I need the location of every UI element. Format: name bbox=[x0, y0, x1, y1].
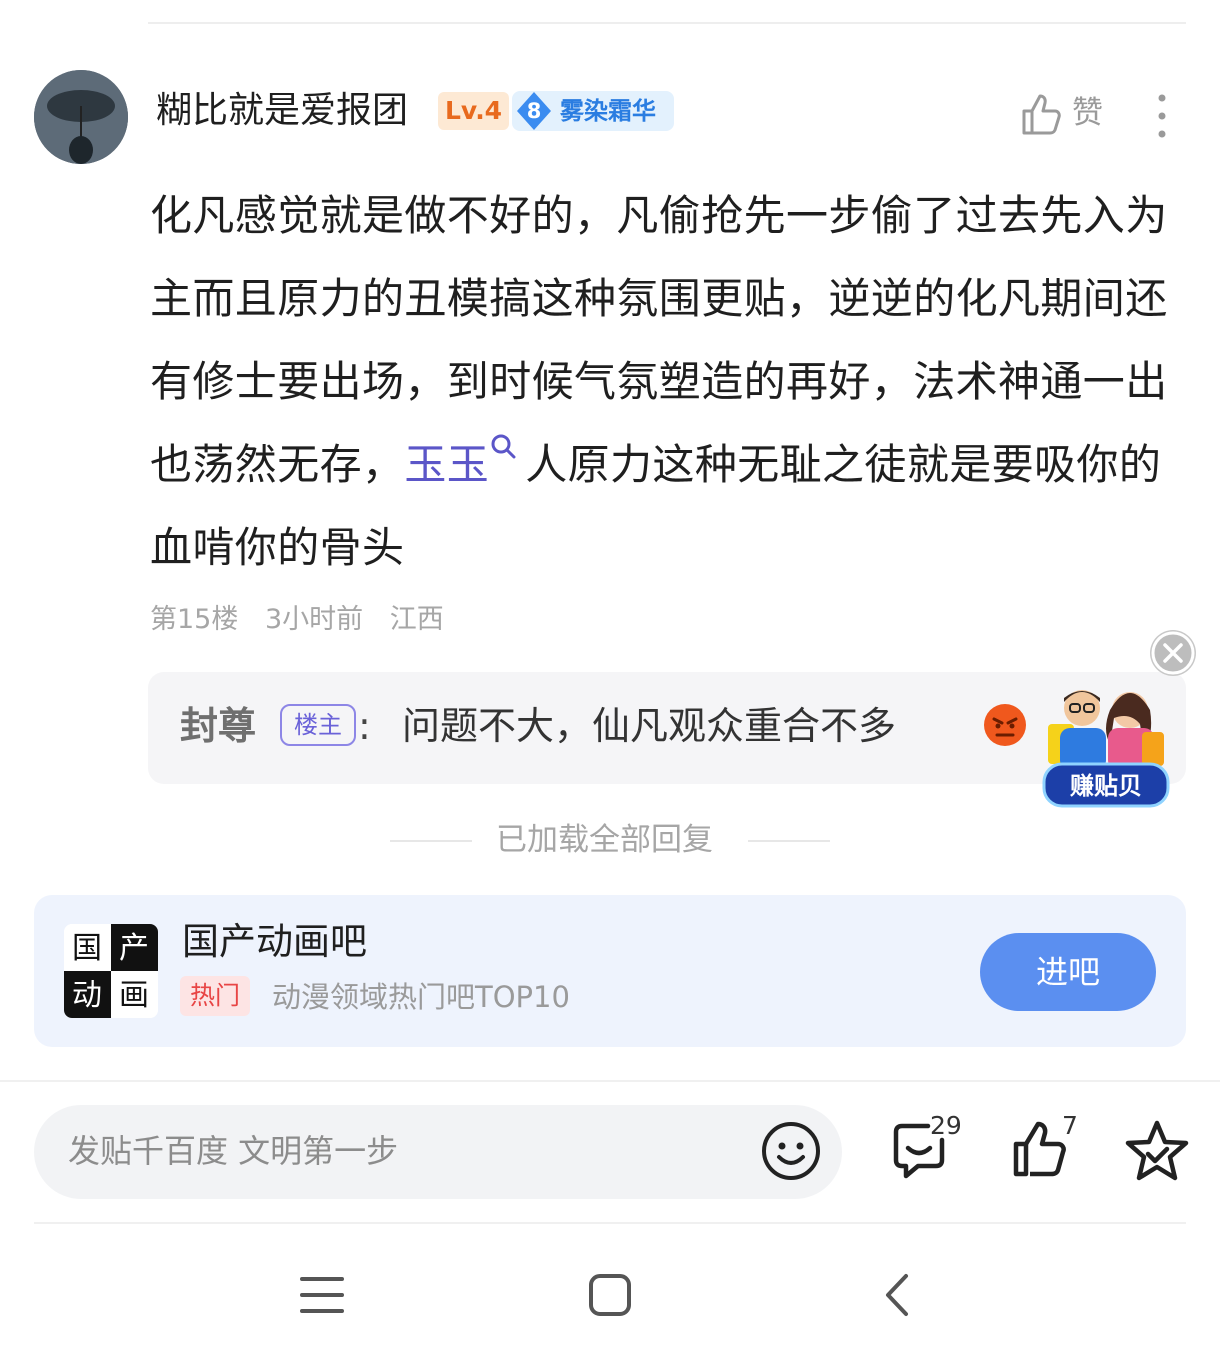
bottom-divider bbox=[0, 1080, 1220, 1082]
loaded-all-replies: 已加载全部回复 bbox=[496, 822, 713, 858]
like-label[interactable]: 赞 bbox=[1072, 92, 1103, 134]
floor-number: 第15楼 bbox=[150, 604, 239, 635]
like-count: 7 bbox=[1062, 1111, 1078, 1140]
logo-char-4: 画 bbox=[119, 978, 149, 1013]
emoji-icon[interactable] bbox=[760, 1120, 822, 1182]
enter-forum-button[interactable]: 进吧 bbox=[980, 933, 1156, 1011]
keyword-link[interactable]: 玉玉 bbox=[404, 440, 489, 489]
reply-input-placeholder[interactable]: 发贴千百度 文明第一步 bbox=[68, 1128, 398, 1174]
earn-coupons-widget-icon[interactable]: 赚贴贝 bbox=[1038, 680, 1172, 810]
post-meta: 第15楼 3小时前 江西 bbox=[150, 600, 462, 640]
reply-author[interactable]: 封尊 bbox=[180, 700, 256, 752]
loaded-divider-right bbox=[748, 840, 830, 842]
post-time: 3小时前 bbox=[264, 604, 364, 635]
close-icon[interactable] bbox=[1150, 630, 1196, 676]
member-title: 雾染霜华 bbox=[560, 97, 656, 125]
level-badge: Lv.4 bbox=[438, 92, 510, 130]
more-options-icon[interactable] bbox=[1152, 94, 1172, 138]
post-location: 江西 bbox=[389, 604, 444, 635]
earn-widget-label: 赚贴贝 bbox=[1070, 772, 1142, 800]
forum-logo[interactable]: 国 产 动 画 bbox=[64, 924, 158, 1018]
member-level-number: 8 bbox=[526, 99, 542, 123]
nav-divider bbox=[34, 1222, 1186, 1224]
username[interactable]: 糊比就是爱报团 bbox=[156, 88, 408, 134]
post-content: 化凡感觉就是做不好的，凡偷抢先一步偷了过去先入为主而且原力的丑模搞这种氛围更贴，… bbox=[150, 174, 1196, 589]
loaded-divider-left bbox=[390, 840, 472, 842]
hot-tag: 热门 bbox=[180, 976, 250, 1016]
search-icon[interactable] bbox=[489, 433, 517, 461]
comment-count: 29 bbox=[930, 1111, 962, 1140]
thumbs-up-icon[interactable] bbox=[1018, 91, 1064, 137]
back-icon[interactable] bbox=[876, 1270, 916, 1320]
reply-text: 问题不大，仙凡观众重合不多 bbox=[402, 704, 897, 748]
top-divider bbox=[148, 22, 1186, 24]
home-icon[interactable] bbox=[586, 1270, 634, 1320]
recent-apps-icon[interactable] bbox=[298, 1272, 346, 1318]
star-icon[interactable] bbox=[1124, 1118, 1190, 1184]
angry-face-emoji-icon bbox=[984, 704, 1026, 746]
logo-char-1: 国 bbox=[72, 931, 102, 966]
logo-char-3: 动 bbox=[72, 978, 102, 1013]
forum-name[interactable]: 国产动画吧 bbox=[182, 918, 367, 966]
reply-colon: : bbox=[358, 704, 371, 748]
user-avatar[interactable] bbox=[34, 70, 128, 164]
forum-description: 动漫领域热门吧TOP10 bbox=[272, 980, 570, 1014]
logo-char-2: 产 bbox=[119, 931, 149, 966]
host-tag: 楼主 bbox=[280, 704, 356, 746]
